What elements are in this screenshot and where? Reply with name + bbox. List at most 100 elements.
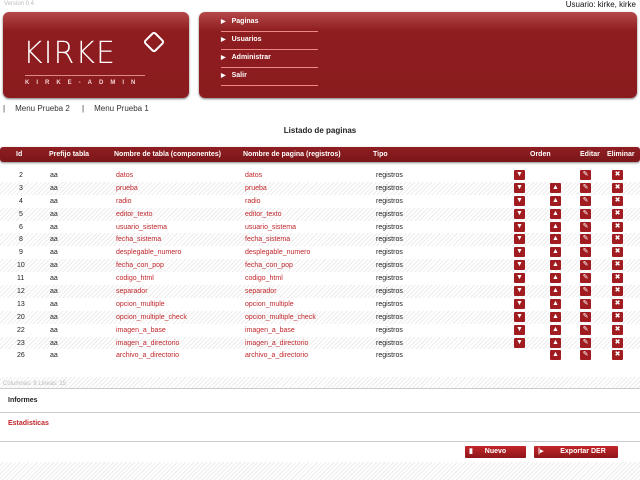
page-name-link[interactable]: editor_texto bbox=[245, 211, 282, 218]
move-down-icon[interactable]: ▼ bbox=[514, 286, 525, 297]
edit-pencil-icon[interactable]: ✎ bbox=[580, 208, 591, 219]
table-name-link[interactable]: radio bbox=[116, 198, 132, 205]
edit-pencil-icon[interactable]: ✎ bbox=[580, 221, 591, 232]
nav-administrar[interactable]: ▶ Administrar bbox=[221, 50, 318, 68]
delete-x-icon[interactable]: ✖ bbox=[612, 170, 623, 180]
delete-x-icon[interactable]: ✖ bbox=[612, 350, 623, 361]
page-name-link[interactable]: fecha_sistema bbox=[245, 236, 290, 243]
edit-pencil-icon[interactable]: ✎ bbox=[580, 298, 591, 309]
move-up-icon[interactable]: ▲ bbox=[550, 182, 561, 193]
move-down-icon[interactable]: ▼ bbox=[514, 298, 525, 309]
table-name-link[interactable]: fecha_sistema bbox=[116, 236, 161, 243]
move-up-icon[interactable]: ▲ bbox=[550, 234, 561, 245]
edit-pencil-icon[interactable]: ✎ bbox=[580, 311, 591, 322]
table-name-link[interactable]: archivo_a_directorio bbox=[116, 352, 179, 359]
menu-prueba-2[interactable]: Menu Prueba 2 bbox=[15, 104, 70, 113]
move-down-icon[interactable]: ▼ bbox=[514, 234, 525, 245]
move-up-icon[interactable]: ▲ bbox=[550, 311, 561, 322]
table-name-link[interactable]: datos bbox=[116, 172, 133, 179]
page-name-link[interactable]: fecha_con_pop bbox=[245, 262, 293, 269]
delete-x-icon[interactable]: ✖ bbox=[612, 182, 623, 193]
delete-x-icon[interactable]: ✖ bbox=[612, 247, 623, 258]
move-up-icon[interactable]: ▲ bbox=[550, 273, 561, 284]
delete-x-icon[interactable]: ✖ bbox=[612, 298, 623, 309]
table-name-link[interactable]: separador bbox=[116, 288, 148, 295]
table-name-link[interactable]: editor_texto bbox=[116, 211, 153, 218]
edit-pencil-icon[interactable]: ✎ bbox=[580, 195, 591, 206]
edit-pencil-icon[interactable]: ✎ bbox=[580, 350, 591, 361]
page-name-link[interactable]: prueba bbox=[245, 185, 267, 192]
delete-x-icon[interactable]: ✖ bbox=[612, 208, 623, 219]
move-up-icon[interactable]: ▲ bbox=[550, 350, 561, 361]
move-up-icon[interactable]: ▲ bbox=[550, 195, 561, 206]
table-name-link[interactable]: opcion_multiple_check bbox=[116, 314, 187, 321]
edit-pencil-icon[interactable]: ✎ bbox=[580, 170, 591, 180]
page-name-link[interactable]: opcion_multiple_check bbox=[245, 314, 316, 321]
edit-pencil-icon[interactable]: ✎ bbox=[580, 324, 591, 335]
delete-x-icon[interactable]: ✖ bbox=[612, 337, 623, 348]
move-down-icon[interactable]: ▼ bbox=[514, 273, 525, 284]
table-name-link[interactable]: imagen_a_base bbox=[116, 327, 166, 334]
nav-paginas[interactable]: ▶ Paginas bbox=[221, 14, 318, 32]
page-name-link[interactable]: archivo_a_directorio bbox=[245, 352, 308, 359]
move-up-icon[interactable]: ▲ bbox=[550, 286, 561, 297]
delete-x-icon[interactable]: ✖ bbox=[612, 311, 623, 322]
move-up-icon[interactable]: ▲ bbox=[550, 298, 561, 309]
move-down-icon[interactable]: ▼ bbox=[514, 208, 525, 219]
move-down-icon[interactable]: ▼ bbox=[514, 324, 525, 335]
page-name-link[interactable]: separador bbox=[245, 288, 277, 295]
delete-x-icon[interactable]: ✖ bbox=[612, 273, 623, 284]
delete-x-icon[interactable]: ✖ bbox=[612, 221, 623, 232]
delete-x-icon[interactable]: ✖ bbox=[612, 286, 623, 297]
move-up-icon[interactable]: ▲ bbox=[550, 337, 561, 348]
move-down-icon[interactable]: ▼ bbox=[514, 247, 525, 258]
menu-prueba-1[interactable]: Menu Prueba 1 bbox=[94, 104, 149, 113]
move-down-icon[interactable]: ▼ bbox=[514, 260, 525, 271]
table-name-link[interactable]: desplegable_numero bbox=[116, 249, 181, 256]
move-up-icon[interactable]: ▲ bbox=[550, 208, 561, 219]
move-up-icon[interactable]: ▲ bbox=[550, 324, 561, 335]
page-name-link[interactable]: usuario_sistema bbox=[245, 224, 296, 231]
nav-usuarios[interactable]: ▶ Usuarios bbox=[221, 32, 318, 50]
cell-prefix: aa bbox=[50, 210, 58, 218]
move-up-icon[interactable]: ▲ bbox=[550, 260, 561, 271]
pages-table: Id Prefijo tabla Nombre de tabla (compon… bbox=[0, 147, 640, 362]
move-down-icon[interactable]: ▼ bbox=[514, 182, 525, 193]
table-name-link[interactable]: opcion_multiple bbox=[116, 301, 165, 308]
delete-x-icon[interactable]: ✖ bbox=[612, 324, 623, 335]
move-down-icon[interactable]: ▼ bbox=[514, 311, 525, 322]
section-estadisticas[interactable]: Estadisticas bbox=[0, 413, 640, 442]
table-name-link[interactable]: imagen_a_directorio bbox=[116, 340, 179, 347]
section-informes[interactable]: Informes bbox=[0, 390, 640, 413]
page-name-link[interactable]: radio bbox=[245, 198, 261, 205]
page-name-link[interactable]: desplegable_numero bbox=[245, 249, 310, 256]
edit-pencil-icon[interactable]: ✎ bbox=[580, 234, 591, 245]
move-up-icon[interactable]: ▲ bbox=[550, 247, 561, 258]
move-up-icon[interactable]: ▲ bbox=[550, 221, 561, 232]
export-der-button[interactable]: |▸ Exportar DER bbox=[534, 446, 618, 458]
new-button[interactable]: ▮ Nuevo bbox=[465, 446, 526, 458]
table-name-link[interactable]: prueba bbox=[116, 185, 138, 192]
delete-x-icon[interactable]: ✖ bbox=[612, 260, 623, 271]
move-down-icon[interactable]: ▼ bbox=[514, 195, 525, 206]
move-down-icon[interactable]: ▼ bbox=[514, 221, 525, 232]
edit-pencil-icon[interactable]: ✎ bbox=[580, 260, 591, 271]
page-name-link[interactable]: imagen_a_directorio bbox=[245, 340, 308, 347]
edit-pencil-icon[interactable]: ✎ bbox=[580, 247, 591, 258]
move-down-icon[interactable]: ▼ bbox=[514, 170, 525, 180]
delete-x-icon[interactable]: ✖ bbox=[612, 234, 623, 245]
move-down-icon[interactable]: ▼ bbox=[514, 337, 525, 348]
edit-pencil-icon[interactable]: ✎ bbox=[580, 182, 591, 193]
page-name-link[interactable]: imagen_a_base bbox=[245, 327, 295, 334]
edit-pencil-icon[interactable]: ✎ bbox=[580, 337, 591, 348]
nav-salir[interactable]: ▶ Salir bbox=[221, 68, 318, 86]
table-name-link[interactable]: codigo_html bbox=[116, 275, 154, 282]
edit-pencil-icon[interactable]: ✎ bbox=[580, 286, 591, 297]
page-name-link[interactable]: opcion_multiple bbox=[245, 301, 294, 308]
table-name-link[interactable]: usuario_sistema bbox=[116, 224, 167, 231]
page-name-link[interactable]: codigo_html bbox=[245, 275, 283, 282]
table-name-link[interactable]: fecha_con_pop bbox=[116, 262, 164, 269]
delete-x-icon[interactable]: ✖ bbox=[612, 195, 623, 206]
page-name-link[interactable]: datos bbox=[245, 172, 262, 179]
edit-pencil-icon[interactable]: ✎ bbox=[580, 273, 591, 284]
